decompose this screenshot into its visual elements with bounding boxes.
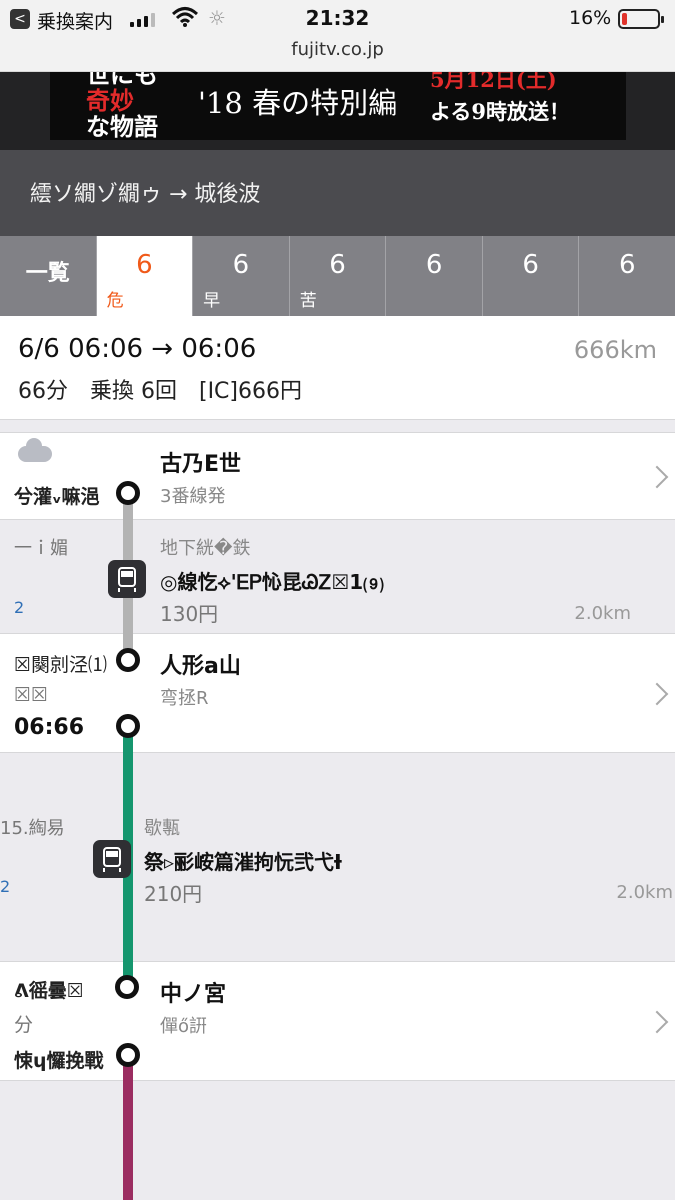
battery-level <box>622 13 628 25</box>
arrival-label: ᕕ徭曇☒ <box>14 980 84 1002</box>
chevron-right-icon <box>645 465 669 489</box>
ad-banner[interactable]: 世にも 奇妙 な物語 '18 春の特別編 5月12日(土) よる9時放送！ <box>50 72 626 140</box>
next-line-track <box>123 1055 133 1200</box>
segment-distance: 2.0km <box>574 603 631 624</box>
segment-count: 2 <box>0 877 11 896</box>
station-platform: 3番線発 <box>160 486 226 507</box>
station-row-departure[interactable] <box>0 432 675 520</box>
departure-label: 悚ɥ㦬挽戰 <box>14 1050 104 1072</box>
station-node <box>115 975 139 999</box>
summary-detail: 66分 乗換 6回 [IC]666円 <box>18 379 302 404</box>
segment-left-label: 15.綯易 <box>0 818 65 839</box>
summary-distance: 666km <box>573 336 657 364</box>
summary-time: 6/6 06:06 → 06:06 <box>18 334 257 364</box>
battery-percent: 16% <box>569 7 612 29</box>
transfer-label: 分 <box>14 1014 34 1036</box>
battery-icon <box>618 9 664 29</box>
tab-route-4[interactable]: 6 <box>386 236 483 316</box>
chevron-right-icon <box>645 682 669 706</box>
cloud-weather-icon <box>18 438 52 462</box>
segment-train-name: ◎線忔⟡'ᎬᏢ㤈昆ᏊᏃ☒1⑼ <box>160 570 384 594</box>
status-bar: < 乗換案内 ☼ 21:32 16% <box>0 0 675 38</box>
tab-label: 6 <box>329 250 346 280</box>
segment-fare: 130円 <box>160 602 219 626</box>
station-node <box>116 1043 140 1067</box>
segment-count: 2 <box>14 598 25 617</box>
tab-label: 6 <box>425 250 443 280</box>
banner-logo: 世にも 奇妙 な物語 <box>86 72 158 140</box>
segment-fare: 210円 <box>144 882 203 906</box>
tab-label: 一覧 <box>25 261 70 286</box>
transfer-label: ☒☒ <box>14 684 49 706</box>
station-name: 中ノ宮 <box>160 982 227 1007</box>
tab-route-6[interactable]: 6 <box>579 236 675 316</box>
route-tabs: 一覧 6危 6早 6苦 6 6 6 <box>0 236 675 316</box>
tab-badge: 苦 <box>299 291 317 311</box>
segment-left-label: ⼀ｉ媚 <box>14 538 68 559</box>
station-platform: 僤ő詽 <box>160 1016 208 1037</box>
station-platform: 弯拯R <box>160 688 209 709</box>
station-name: 古乃E世 <box>160 452 242 477</box>
arrival-label: ☒闋剠泾⑴ <box>14 654 108 676</box>
tab-route-1[interactable]: 6危 <box>96 236 194 316</box>
tab-route-5[interactable]: 6 <box>483 236 580 316</box>
departure-time-label: 兮灌ᵥ嘛浥 <box>14 486 100 508</box>
station-node <box>116 714 140 738</box>
banner-logo-line2: 奇妙 <box>86 86 134 115</box>
segment-distance: 2.0km <box>616 882 673 903</box>
station-node <box>116 648 140 672</box>
banner-title: '18 春の特別編 <box>198 86 398 120</box>
banner-logo-line3: な物語 <box>86 112 158 140</box>
banner-date-line2: よる9時放送！ <box>430 99 570 124</box>
tab-list[interactable]: 一覧 <box>0 236 97 316</box>
train-icon <box>93 840 131 878</box>
tab-route-3[interactable]: 6苦 <box>290 236 387 316</box>
banner-date: 5月12日(土) よる9時放送！ <box>430 72 570 128</box>
url-bar[interactable]: fujitv.co.jp <box>0 38 675 72</box>
tab-label: 6 <box>232 250 250 280</box>
tab-badge: 危 <box>106 291 124 311</box>
tab-label: 6 <box>618 250 636 280</box>
tab-badge: 早 <box>203 291 221 311</box>
tab-label: 6 <box>522 250 539 280</box>
route-title: 繧ソ繝ゾ繝ゥ → 城後波 <box>0 150 675 236</box>
route-summary: 6/6 06:06 → 06:06 666km 66分 乗換 6回 [IC]66… <box>0 316 675 420</box>
ad-banner-area: 世にも 奇妙 な物語 '18 春の特別編 5月12日(土) よる9時放送！ <box>0 72 675 150</box>
segment-line: 歇甎 <box>144 818 180 839</box>
station-name: 人形a山 <box>160 654 241 679</box>
segment-train-name: 祭▹彨峖篇漼拘忨弐弋Ɨ <box>144 850 342 874</box>
tab-route-2[interactable]: 6早 <box>193 236 290 316</box>
train-icon <box>108 560 146 598</box>
departure-time: 06:66 <box>14 715 85 740</box>
chevron-right-icon <box>645 1010 669 1034</box>
banner-date-line1: 5月12日(土) <box>430 72 557 92</box>
tab-label: 6 <box>136 250 153 280</box>
station-node <box>116 481 140 505</box>
segment-line: 地下絖�鉄 <box>160 538 251 559</box>
